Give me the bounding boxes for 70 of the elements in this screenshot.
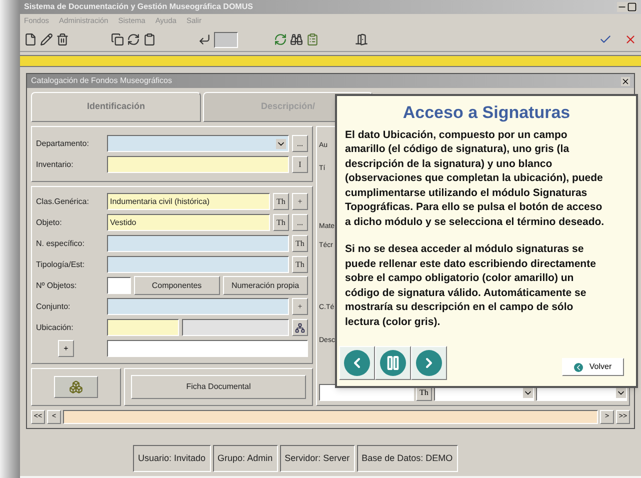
small-button[interactable]: Th	[273, 214, 289, 231]
dropdown-arrow-icon	[616, 388, 626, 398]
field-label: Tipología/Est:	[36, 258, 85, 270]
small-button[interactable]: +	[292, 298, 308, 315]
help-text: El dato Ubicación, compuesto por un campo amarillo (el código de signatura), uno gris (la descripción de la signatura) y uno blanco (observaciones que completan la ubicación), puede cumplimentarse utilizando el módulo Signaturas Topográficas. Para ello se pulsa el botón de acceso a dicho módulo y se selecciona el término deseado.	[345, 128, 606, 229]
input-field[interactable]	[107, 135, 289, 152]
field-label: Clas.Genérica:	[36, 196, 89, 208]
help-text: Si no se desea acceder al módulo signaturas se puede rellenar este dato escribiendo directamente sobre el campo obligatorio (color amarillo) un código de signatura válido. Automáticamente se mostraría su descripción en el campo de sólo lectura (color gris).	[345, 242, 597, 329]
trash-icon[interactable]	[56, 33, 69, 46]
components-button[interactable]	[54, 376, 98, 398]
minimize-icon[interactable]	[617, 2, 627, 12]
reload-icon[interactable]	[274, 33, 287, 46]
input-field[interactable]: Indumentaria civil (histórica)	[107, 193, 270, 210]
input-field[interactable]: Vestido	[107, 214, 270, 231]
field-label: Departamento:	[36, 138, 89, 150]
input-field[interactable]	[107, 156, 289, 173]
new-document-icon[interactable]	[24, 33, 37, 46]
small-button[interactable]: I	[292, 156, 308, 173]
status-item: Base de Datos: DEMO	[356, 444, 458, 472]
dropdown-arrow-icon	[523, 388, 533, 398]
small-button[interactable]: +	[292, 193, 308, 210]
tree-icon	[295, 322, 305, 332]
field-label: Objeto:	[36, 216, 62, 228]
field-label: Ubicación:	[36, 322, 74, 334]
input-field[interactable]	[107, 340, 308, 357]
copy-icon[interactable]	[111, 33, 124, 46]
back-icon	[574, 362, 584, 372]
exit-icon[interactable]	[355, 33, 368, 46]
field-label: Inventario:	[36, 158, 74, 170]
signature-module-button[interactable]	[292, 319, 308, 336]
small-button[interactable]: ...	[292, 214, 308, 231]
input-field[interactable]	[107, 298, 289, 315]
refresh-icon[interactable]	[127, 33, 140, 46]
small-button[interactable]: ...	[292, 135, 308, 152]
status-item: Usuario: Invitado	[133, 444, 211, 472]
action-button[interactable]: Componentes	[134, 276, 220, 295]
input-field[interactable]	[107, 256, 289, 273]
dropdown-arrow-icon[interactable]	[276, 138, 286, 148]
pencil-icon[interactable]	[40, 33, 53, 46]
small-button[interactable]: Th	[292, 256, 308, 273]
field-label: N. específico:	[36, 238, 84, 250]
action-button[interactable]: Numeración propia	[222, 276, 308, 295]
small-button[interactable]: Th	[273, 193, 289, 210]
input-field[interactable]	[107, 277, 131, 294]
help-title: Acceso a Signaturas	[402, 102, 572, 124]
window-title: Catalogación de Fondos Museográficos	[31, 75, 172, 87]
input-field[interactable]	[182, 319, 289, 336]
search-icon[interactable]	[290, 33, 303, 46]
document-button[interactable]: Ficha Documental	[131, 375, 306, 399]
status-item: Servidor: Server	[280, 444, 355, 472]
field-label: Conjunto:	[36, 300, 70, 312]
cancel-icon[interactable]	[624, 33, 637, 46]
back-button[interactable]: Volver	[562, 358, 624, 376]
close-icon[interactable]	[621, 76, 630, 86]
input-field[interactable]	[107, 319, 179, 336]
pause-icon	[385, 355, 401, 371]
pause-button[interactable]	[375, 346, 411, 380]
field-label: Nº Objetos:	[36, 280, 77, 292]
add-button[interactable]: +	[58, 340, 74, 357]
maximize-icon[interactable]	[627, 2, 637, 12]
corner-icon[interactable]	[198, 33, 211, 46]
next-button[interactable]	[411, 346, 447, 380]
cubes-icon	[69, 380, 83, 394]
toolbar-box	[214, 32, 238, 48]
small-button[interactable]: Th	[292, 235, 308, 252]
status-item: Grupo: Admin	[212, 444, 278, 472]
clipboard-icon[interactable]	[143, 33, 156, 46]
previous-button[interactable]	[339, 346, 375, 380]
window-title: Sistema de Documentación y Gestión Museográfica DOMUS	[24, 1, 253, 13]
input-field[interactable]	[107, 235, 289, 252]
